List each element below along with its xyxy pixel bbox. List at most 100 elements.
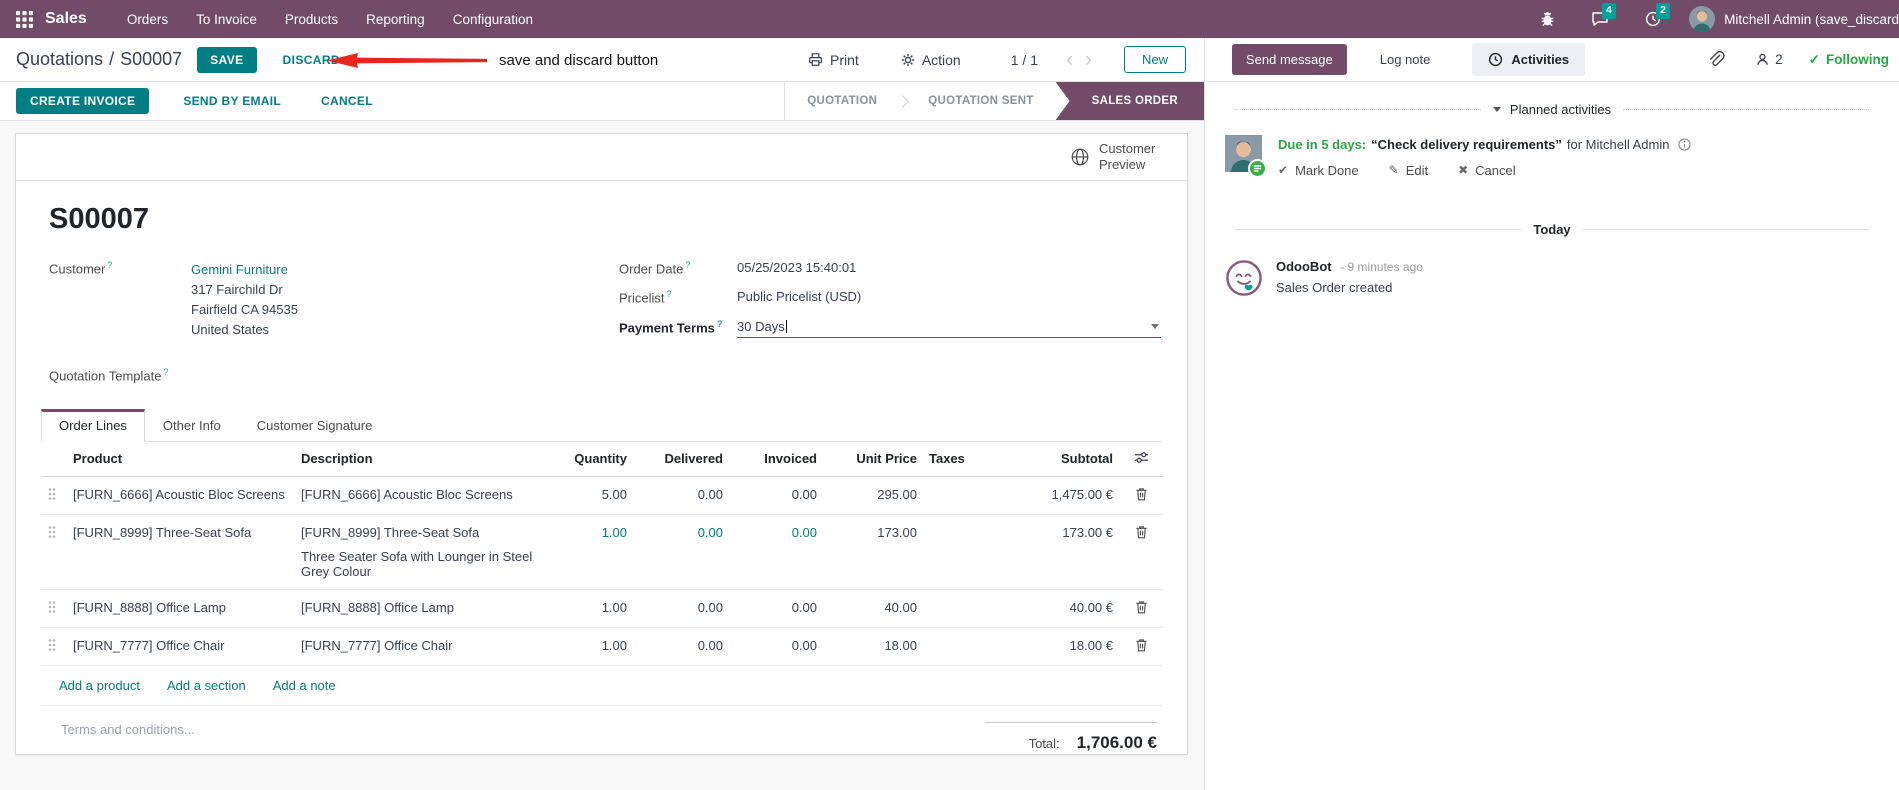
drag-handle-icon[interactable] [48, 638, 56, 652]
discard-button[interactable]: DISCARD [277, 52, 346, 68]
create-invoice-button[interactable]: CREATE INVOICE [16, 88, 150, 114]
mark-done-button[interactable]: ✔ Mark Done [1278, 163, 1359, 178]
attachment-paperclip-icon[interactable] [1706, 50, 1725, 69]
table-row[interactable]: [FURN_7777] Office Chair [FURN_7777] Offi… [41, 628, 1163, 666]
nav-menu-item[interactable]: Orders [113, 12, 182, 27]
row-delete[interactable] [1119, 628, 1163, 665]
column-header[interactable]: Subtotal [1007, 442, 1119, 475]
chevron-down-icon[interactable] [1151, 323, 1159, 329]
cell-delivered[interactable]: 0.00 [633, 628, 729, 663]
message-author[interactable]: OdooBot [1276, 259, 1332, 274]
user-menu[interactable]: Mitchell Admin (save_discard [1724, 12, 1899, 27]
tab-order-lines[interactable]: Order Lines [41, 408, 145, 442]
cell-product[interactable]: [FURN_8999] Three-Seat Sofa [67, 515, 295, 550]
statusbar-step[interactable]: SALES ORDER [1055, 82, 1204, 120]
column-toggler[interactable] [1119, 442, 1163, 476]
trash-icon[interactable] [1135, 638, 1148, 652]
log-note-button[interactable]: Log note [1374, 51, 1437, 68]
table-row[interactable]: [FURN_6666] Acoustic Bloc Screens [FURN_6… [41, 477, 1163, 515]
followers-button[interactable]: 2 [1755, 52, 1783, 67]
cell-invoiced[interactable]: 0.00 [729, 477, 823, 512]
nav-menu-item[interactable]: Configuration [439, 12, 547, 27]
customer-link[interactable]: Gemini Furniture [191, 262, 288, 277]
drag-handle-icon[interactable] [48, 600, 56, 614]
cell-quantity[interactable]: 1.00 [547, 590, 633, 625]
send-by-email-button[interactable]: SEND BY EMAIL [177, 93, 287, 109]
cell-product[interactable]: [FURN_7777] Office Chair [67, 628, 295, 663]
tab-other-info[interactable]: Other Info [145, 409, 239, 442]
trash-icon[interactable] [1135, 525, 1148, 539]
print-button[interactable]: Print [802, 51, 865, 69]
info-icon[interactable] [1678, 138, 1692, 151]
payment-terms-field[interactable]: 30 Days [737, 319, 1161, 338]
cell-invoiced[interactable]: 0.00 [729, 515, 823, 550]
column-header[interactable]: Delivered [633, 442, 729, 475]
cell-taxes[interactable] [923, 628, 1007, 648]
app-name[interactable]: Sales [45, 10, 87, 28]
save-button[interactable]: SAVE [197, 46, 257, 73]
messages-icon[interactable]: 4 [1591, 3, 1617, 27]
send-message-button[interactable]: Send message [1232, 44, 1347, 75]
row-delete[interactable] [1119, 477, 1163, 514]
apps-grid-icon[interactable] [16, 10, 33, 28]
cell-taxes[interactable] [923, 477, 1007, 497]
planned-activities-separator[interactable]: Planned activities [1223, 102, 1881, 117]
row-drag-handle[interactable] [41, 477, 67, 514]
column-header[interactable]: Quantity [547, 442, 633, 475]
row-drag-handle[interactable] [41, 590, 67, 627]
activities-button[interactable]: Activities [1472, 43, 1586, 76]
cancel-button[interactable]: CANCEL [315, 93, 379, 109]
column-header[interactable]: Product [67, 442, 295, 475]
cell-taxes[interactable] [923, 515, 1007, 535]
cell-unit-price[interactable]: 295.00 [823, 477, 923, 512]
cell-quantity[interactable]: 1.00 [547, 628, 633, 663]
cell-unit-price[interactable]: 18.00 [823, 628, 923, 663]
pricelist-value[interactable]: Public Pricelist (USD) [737, 289, 1161, 305]
action-button[interactable]: Action [895, 51, 967, 69]
row-delete[interactable] [1119, 515, 1163, 552]
cell-taxes[interactable] [923, 590, 1007, 610]
breadcrumb-quotations[interactable]: Quotations [16, 49, 103, 69]
drag-handle-icon[interactable] [48, 487, 56, 501]
table-row[interactable]: [FURN_8888] Office Lamp [FURN_8888] Offic… [41, 590, 1163, 628]
pager-previous-icon[interactable]: ‹ [1066, 49, 1073, 70]
new-button[interactable]: New [1123, 46, 1186, 73]
trash-icon[interactable] [1135, 487, 1148, 501]
debug-bug-icon[interactable] [1540, 11, 1555, 27]
statusbar-step[interactable]: QUOTATION [785, 82, 899, 120]
row-delete[interactable] [1119, 590, 1163, 627]
cell-description[interactable]: [FURN_6666] Acoustic Bloc Screens [295, 477, 547, 512]
cell-quantity[interactable]: 1.00 [547, 515, 633, 550]
optional-columns-icon[interactable] [1134, 451, 1149, 464]
order-date-value[interactable]: 05/25/2023 15:40:01 [737, 260, 1161, 276]
add-note-link[interactable]: Add a note [273, 678, 336, 693]
cell-unit-price[interactable]: 173.00 [823, 515, 923, 550]
tab-customer-signature[interactable]: Customer Signature [239, 409, 391, 442]
activity-clock-icon[interactable]: 2 [1645, 3, 1671, 27]
cell-description[interactable]: [FURN_8888] Office Lamp [295, 590, 547, 625]
cell-product[interactable]: [FURN_6666] Acoustic Bloc Screens [67, 477, 295, 512]
column-header[interactable]: Invoiced [729, 442, 823, 475]
add-product-link[interactable]: Add a product [59, 678, 140, 693]
following-button[interactable]: ✓ Following [1809, 52, 1889, 68]
trash-icon[interactable] [1135, 600, 1148, 614]
cell-delivered[interactable]: 0.00 [633, 477, 729, 512]
column-header[interactable]: Description [295, 442, 547, 475]
cell-product[interactable]: [FURN_8888] Office Lamp [67, 590, 295, 625]
cell-delivered[interactable]: 0.00 [633, 590, 729, 625]
drag-handle-icon[interactable] [48, 525, 56, 539]
cell-unit-price[interactable]: 40.00 [823, 590, 923, 625]
terms-placeholder[interactable]: Terms and conditions... [61, 722, 195, 753]
table-row[interactable]: [FURN_8999] Three-Seat Sofa [FURN_8999] T… [41, 515, 1163, 590]
user-avatar[interactable] [1689, 6, 1716, 32]
column-header[interactable]: Taxes [923, 442, 1007, 475]
nav-menu-item[interactable]: Reporting [352, 12, 439, 27]
nav-menu-item[interactable]: Products [271, 12, 352, 27]
pager-next-icon[interactable]: › [1085, 49, 1092, 70]
cell-invoiced[interactable]: 0.00 [729, 628, 823, 663]
cancel-activity-button[interactable]: ✖ Cancel [1458, 163, 1516, 178]
edit-activity-button[interactable]: ✎ Edit [1389, 163, 1428, 178]
cell-delivered[interactable]: 0.00 [633, 515, 729, 550]
row-drag-handle[interactable] [41, 628, 67, 665]
row-drag-handle[interactable] [41, 515, 67, 552]
